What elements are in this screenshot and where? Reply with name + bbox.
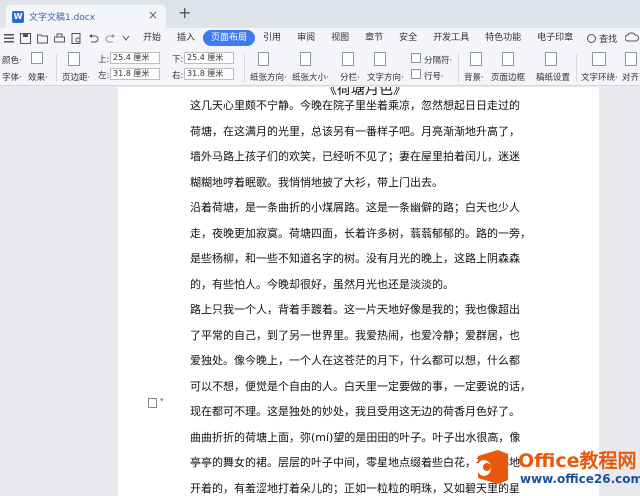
theme-effects-button[interactable]: 效果· bbox=[28, 71, 48, 83]
separator-button[interactable]: 分隔符· bbox=[424, 54, 452, 66]
watermark-brand: Office教程网 bbox=[518, 450, 637, 472]
align-button[interactable]: 对齐 bbox=[622, 71, 639, 83]
menu-tab[interactable]: 开始 bbox=[135, 30, 169, 46]
text-line: 沿着荷塘，是一条曲折的小煤屑路。这是一条幽僻的路；白天也少人 bbox=[190, 201, 520, 214]
text-line: 这几天心里颇不宁静。今晚在院子里坐着乘凉，忽然想起日日走过的 bbox=[190, 99, 520, 112]
office-logo-icon bbox=[477, 450, 508, 484]
new-tab-button[interactable]: + bbox=[178, 4, 191, 22]
menu-tab[interactable]: 插入 bbox=[169, 30, 203, 46]
menu-bar: 开始 插入 页面布局 引用 审阅 视图 章节 安全 开发工具 特色功能 电子印章 查找 bbox=[0, 28, 640, 48]
watermark-url: www.office26.com bbox=[520, 472, 640, 486]
menu-tab[interactable]: 引用 bbox=[255, 30, 289, 46]
text-line: 糊糊地哼着眠歌。我悄悄地披了大衫，带上门出去。 bbox=[190, 175, 443, 189]
top-margin-label: 上: bbox=[98, 55, 110, 65]
text-line: 了平常的自己，到了另一世界里。我爱热闹，也爱冷静；爱群居，也 bbox=[190, 328, 520, 342]
ribbon-page-layout: 颜色· 字体· 效果· 页边距· 上: 25.4 厘米 左: 31.8 厘米 下… bbox=[0, 48, 640, 86]
menu-tab[interactable]: 电子印章 bbox=[529, 30, 581, 46]
redo-icon[interactable] bbox=[105, 32, 116, 44]
title-bar: W 文字文稿1.docx × + bbox=[0, 0, 640, 28]
align-icon[interactable] bbox=[625, 52, 637, 66]
open-icon[interactable] bbox=[37, 32, 48, 44]
page-border-button[interactable]: 页面边框 bbox=[491, 71, 525, 83]
paragraph-handle-icon[interactable] bbox=[148, 398, 157, 408]
text-direction-button[interactable]: 文字方向· bbox=[367, 71, 404, 83]
right-margin-field[interactable]: 31.8 厘米 bbox=[184, 68, 234, 80]
document-tab[interactable]: W 文字文稿1.docx × bbox=[6, 5, 166, 28]
orientation-button[interactable]: 纸张方向· bbox=[250, 71, 287, 83]
paper-size-icon[interactable] bbox=[300, 52, 311, 66]
page-border-icon[interactable] bbox=[502, 52, 514, 66]
text-line: 现在都可不理。这是独处的妙处，我且受用这无边的荷香月色好了。 bbox=[190, 405, 520, 418]
text-wrap-icon[interactable] bbox=[592, 52, 606, 66]
text-line: 路上只我一个人，背着手踱着。这一片天地好像是我的；我也像超出 bbox=[190, 303, 520, 316]
background-button[interactable]: 背景· bbox=[464, 71, 484, 83]
menu-tabs: 开始 插入 页面布局 引用 审阅 视图 章节 安全 开发工具 特色功能 电子印章 bbox=[135, 30, 581, 46]
save-icon[interactable] bbox=[20, 32, 31, 44]
paper-size-button[interactable]: 纸张大小· bbox=[292, 71, 329, 83]
left-margin-field[interactable]: 31.8 厘米 bbox=[110, 68, 160, 80]
margins-button[interactable]: 页边距· bbox=[62, 71, 90, 83]
separator-icon[interactable] bbox=[411, 53, 421, 63]
divider bbox=[458, 54, 459, 82]
paper-setting-button[interactable]: 稿纸设置 bbox=[536, 71, 570, 83]
text-wrap-button[interactable]: 文字环绕· bbox=[581, 71, 618, 83]
margins-icon[interactable] bbox=[68, 52, 80, 66]
chevron-down-icon[interactable]: ▾ bbox=[160, 396, 164, 404]
chevron-down-icon[interactable] bbox=[122, 32, 130, 44]
menu-tab[interactable]: 特色功能 bbox=[477, 30, 529, 46]
close-icon[interactable]: × bbox=[148, 8, 158, 22]
orientation-icon[interactable] bbox=[258, 52, 269, 66]
menu-tab[interactable]: 视图 bbox=[323, 30, 357, 46]
line-number-button[interactable]: 行号· bbox=[424, 70, 444, 82]
text-line: 荷塘，在这满月的光里，总该另有一番样子吧。月亮渐渐地升高了， bbox=[190, 124, 520, 138]
text-line: 走，夜晚更加寂寞。荷塘四面，长着许多树，蓊蓊郁郁的。路的一旁， bbox=[190, 226, 531, 240]
left-margin-label: 左: bbox=[98, 71, 110, 81]
menu-icon[interactable] bbox=[4, 32, 14, 44]
columns-button[interactable]: 分栏· bbox=[340, 71, 360, 83]
watermark-logo: Office教程网 www.office26.com bbox=[468, 442, 640, 496]
columns-icon[interactable] bbox=[342, 52, 354, 66]
menu-tab[interactable]: 开发工具 bbox=[425, 30, 477, 46]
divider bbox=[244, 54, 245, 82]
text-line: 墙外马路上孩子们的欢笑，已经听不见了；妻在屋里拍着闰儿，迷迷 bbox=[190, 150, 520, 163]
theme-colors-button[interactable]: 颜色· bbox=[2, 54, 22, 66]
text-direction-icon[interactable] bbox=[374, 52, 386, 66]
print-icon[interactable] bbox=[54, 32, 65, 44]
document-tab-title: 文字文稿1.docx bbox=[29, 13, 96, 23]
cloud-icon[interactable] bbox=[624, 31, 640, 45]
bottom-margin-field[interactable]: 25.4 厘米 bbox=[184, 52, 234, 64]
document-body[interactable]: 这几天心里颇不宁静。今晚在院子里坐着乘凉，忽然想起日日走过的 荷塘，在这满月的光里… bbox=[190, 93, 531, 496]
menu-tab[interactable]: 章节 bbox=[357, 30, 391, 46]
text-line: 的，有些怕人。今晚却很好，虽然月光也还是淡淡的。 bbox=[190, 277, 454, 291]
preview-icon[interactable] bbox=[71, 32, 82, 44]
wps-writer-icon: W bbox=[12, 10, 24, 23]
menu-tab[interactable]: 安全 bbox=[391, 30, 425, 46]
theme-icon[interactable] bbox=[31, 52, 43, 64]
text-line: 可以不想，便觉是个自由的人。白天里一定要做的事，一定要说的话， bbox=[190, 379, 531, 393]
document-canvas: 《荷塘月色》 这几天心里颇不宁静。今晚在院子里坐着乘凉，忽然想起日日走过的 荷塘，… bbox=[0, 87, 640, 496]
menu-tab[interactable]: 审阅 bbox=[289, 30, 323, 46]
bottom-margin-label: 下: bbox=[172, 55, 184, 65]
text-line: 爱独处。像今晚上，一个人在这苍茫的月下，什么都可以想，什么都 bbox=[190, 354, 520, 367]
background-icon[interactable] bbox=[470, 52, 482, 66]
divider bbox=[576, 54, 577, 82]
document-page[interactable]: 《荷塘月色》 这几天心里颇不宁静。今晚在院子里坐着乘凉，忽然想起日日走过的 荷塘，… bbox=[118, 87, 599, 496]
search-icon bbox=[587, 33, 597, 43]
paper-setting-icon[interactable] bbox=[545, 52, 557, 66]
quick-access-toolbar bbox=[0, 32, 135, 44]
right-margin-label: 右: bbox=[172, 71, 184, 81]
theme-fonts-button[interactable]: 字体· bbox=[2, 71, 22, 83]
search-label: 查找 bbox=[599, 34, 618, 45]
menu-tab[interactable]: 页面布局 bbox=[203, 30, 256, 46]
line-number-icon[interactable] bbox=[411, 69, 421, 79]
search-button[interactable]: 查找 bbox=[587, 32, 617, 45]
undo-icon[interactable] bbox=[88, 32, 99, 44]
text-line: 是些杨柳，和一些不知道名字的树。没有月光的晚上，这路上阴森森 bbox=[190, 252, 520, 265]
divider bbox=[56, 54, 57, 82]
top-margin-field[interactable]: 25.4 厘米 bbox=[110, 52, 160, 64]
